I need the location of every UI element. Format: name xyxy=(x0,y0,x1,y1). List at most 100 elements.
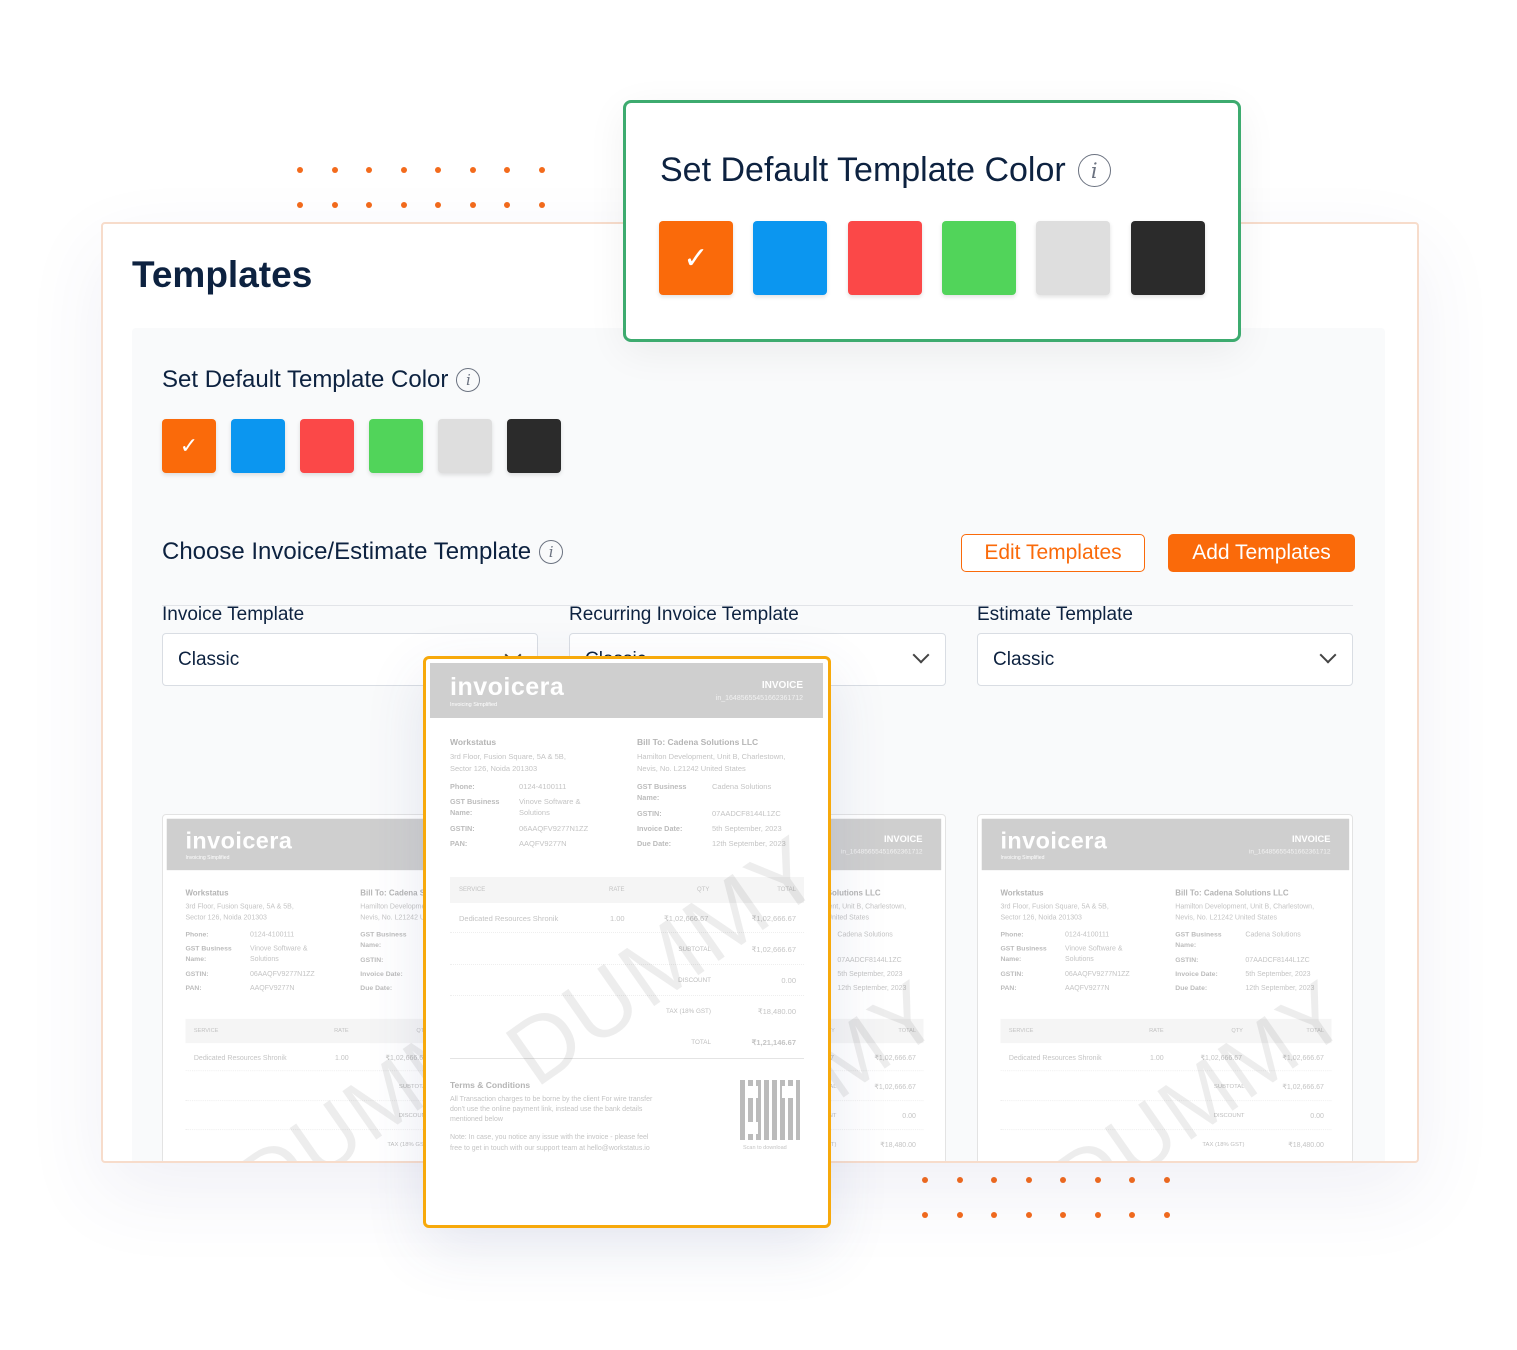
dot xyxy=(297,167,303,173)
field-label: GST Business Name: xyxy=(1000,944,1047,963)
from-address-1: 3rd Floor, Fusion Square, 5A & 5B, xyxy=(1000,901,1109,911)
color-callout-zoom: Set Default Template Color i ✓ xyxy=(623,100,1241,342)
color-swatch[interactable] xyxy=(300,419,354,473)
field-label: GST Business Name: xyxy=(185,944,232,963)
field-value: Vinove Software & Solutions xyxy=(1064,944,1123,963)
column-header: RATE xyxy=(1149,1028,1164,1034)
field-label: Phone: xyxy=(450,782,475,791)
edit-templates-button[interactable]: Edit Templates xyxy=(961,534,1145,572)
invoice-number: in_16485655451662361712 xyxy=(840,848,923,856)
doc-type: INVOICE xyxy=(1292,834,1331,845)
dot xyxy=(1163,1177,1170,1183)
field-label: Invoice Date: xyxy=(360,969,403,978)
dot xyxy=(538,202,545,208)
dummy-watermark: DUMMY xyxy=(488,816,826,1106)
field-value: AAQFV9277N xyxy=(1064,983,1110,992)
dot xyxy=(331,167,338,173)
field-value: 07AADCF8144L1ZC xyxy=(1245,955,1310,964)
summary-value: ₹18,480.00 xyxy=(757,1007,796,1016)
color-swatch[interactable] xyxy=(1036,221,1111,295)
dot xyxy=(297,202,303,208)
field-label: GSTIN: xyxy=(637,809,662,818)
invoice-document: invoicera Invoicing Simplified INVOICE i… xyxy=(978,815,1352,1161)
color-heading: Set Default Template Color i xyxy=(660,151,1111,190)
field-value: 06AAQFV9277N1ZZ xyxy=(1064,969,1130,978)
row-rate: 1.00 xyxy=(1150,1053,1164,1062)
page-title: Templates xyxy=(132,254,313,295)
field-value: Cadena Solutions xyxy=(837,930,893,939)
from-name: Workstatus xyxy=(185,887,229,898)
decorative-dots-top xyxy=(297,167,545,208)
dot xyxy=(435,167,441,173)
color-swatch[interactable] xyxy=(1130,221,1205,295)
color-swatch[interactable] xyxy=(369,419,423,473)
column-header: SERVICE xyxy=(459,887,486,893)
dot xyxy=(956,1177,963,1183)
column-header: RATE xyxy=(334,1028,349,1034)
invoice-number: in_16485655451662361712 xyxy=(715,695,803,702)
field-label: PAN: xyxy=(185,983,202,992)
dot xyxy=(1094,1177,1101,1183)
from-address-2: Sector 126, Noida 201303 xyxy=(1000,913,1082,922)
check-icon: ✓ xyxy=(179,433,199,458)
color-swatch[interactable] xyxy=(231,419,285,473)
invoicera-logo: invoicera xyxy=(450,673,565,701)
column-header: SERVICE xyxy=(1008,1028,1034,1034)
recurring-template-label: Recurring Invoice Template xyxy=(569,604,799,625)
estimate-template-preview[interactable]: invoicera Invoicing Simplified INVOICE i… xyxy=(977,814,1353,1161)
field-value: Vinove Software & Solutions xyxy=(519,797,581,817)
field-label: Due Date: xyxy=(637,839,672,848)
info-icon[interactable]: i xyxy=(539,540,564,564)
color-swatch[interactable] xyxy=(847,221,922,295)
summary-value: 0.00 xyxy=(902,1111,916,1120)
add-templates-button[interactable]: Add Templates xyxy=(1168,534,1355,572)
selected-template-preview[interactable]: invoicera Invoicing Simplified INVOICE i… xyxy=(423,656,831,1228)
terms-text: mentioned below xyxy=(450,1116,503,1123)
doc-type: INVOICE xyxy=(761,680,803,691)
dot xyxy=(1025,1177,1032,1183)
qr-caption: Scan to download xyxy=(743,1145,787,1151)
info-icon[interactable]: i xyxy=(1077,154,1111,187)
field-value: 0124-4100111 xyxy=(1064,930,1110,939)
color-heading-text: Set Default Template Color xyxy=(162,366,449,393)
field-label: Phone: xyxy=(185,930,209,939)
column-header: SERVICE xyxy=(193,1028,219,1034)
template-heading-text: Choose Invoice/Estimate Template xyxy=(162,538,532,565)
color-swatch[interactable]: ✓ xyxy=(162,419,216,473)
to-address-2: Nevis, No. L21242 United States xyxy=(1175,913,1278,922)
dot xyxy=(469,167,476,173)
summary-value: 0.00 xyxy=(781,976,796,985)
field-value: Cadena Solutions xyxy=(1245,930,1301,939)
invoice-header: invoicera Invoicing Simplified INVOICE i… xyxy=(430,663,823,718)
divider xyxy=(450,1058,804,1059)
field-value: 07AADCF8144L1ZC xyxy=(712,809,781,818)
dot xyxy=(991,1177,997,1183)
terms-text: don't use the online payment link, inste… xyxy=(450,1106,643,1113)
invoicera-logo: invoicera xyxy=(185,828,293,855)
dot xyxy=(504,202,510,208)
logo-tagline: Invoicing Simplified xyxy=(1000,855,1045,861)
info-icon[interactable]: i xyxy=(456,368,481,392)
estimate-template-select[interactable]: Classic xyxy=(977,633,1353,686)
to-address-2: Nevis, No. L21242 United States xyxy=(637,764,746,773)
color-swatch[interactable] xyxy=(507,419,561,473)
dot xyxy=(1129,1177,1135,1183)
color-swatch[interactable]: ✓ xyxy=(659,221,733,295)
field-label: GSTIN: xyxy=(450,824,475,833)
field-label: Due Date: xyxy=(1175,983,1208,992)
select-value: Classic xyxy=(993,648,1055,670)
color-swatch[interactable] xyxy=(438,419,492,473)
row-service: Dedicated Resources Shronik xyxy=(459,914,559,923)
logo-tagline: Invoicing Simplified xyxy=(450,702,498,708)
qr-code-icon xyxy=(740,1080,800,1140)
field-label: GST Business Name: xyxy=(637,782,687,802)
color-swatch[interactable] xyxy=(753,221,828,295)
dot xyxy=(956,1212,963,1218)
dot xyxy=(538,167,545,173)
color-swatch[interactable] xyxy=(941,221,1016,295)
logo-tagline: Invoicing Simplified xyxy=(185,855,230,861)
check-icon: ✓ xyxy=(683,241,709,275)
dot xyxy=(1094,1212,1101,1218)
invoice-header: invoicera Invoicing Simplified INVOICE i… xyxy=(981,818,1350,871)
column-header: RATE xyxy=(609,887,625,893)
